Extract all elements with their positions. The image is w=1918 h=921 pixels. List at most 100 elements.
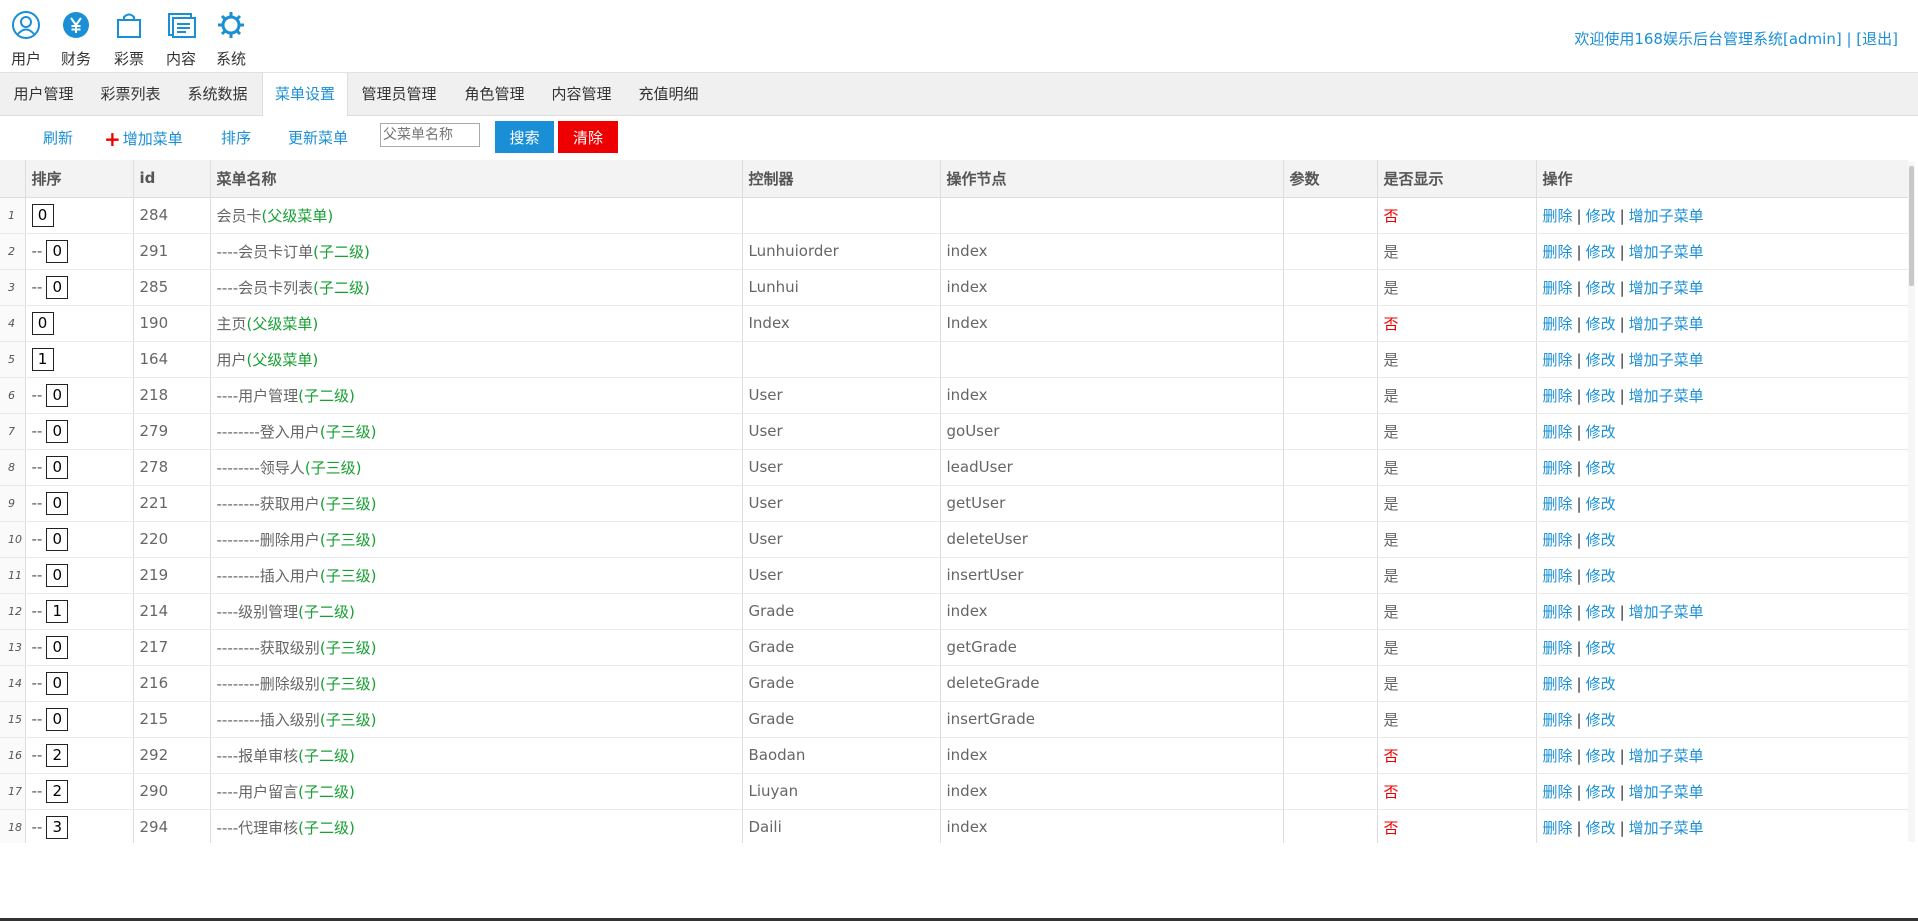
search-button[interactable]: 搜索 (495, 121, 554, 153)
delete-link[interactable]: 删除 (1543, 639, 1573, 657)
table-row[interactable]: 7 -- 0 279 --------登入用户(子三级) User goUser … (0, 413, 1908, 450)
table-row[interactable]: 9 -- 0 221 --------获取用户(子三级) User getUser… (0, 485, 1908, 522)
add-child-menu-link[interactable]: 增加子菜单 (1629, 387, 1704, 405)
delete-link[interactable]: 删除 (1543, 675, 1573, 693)
delete-link[interactable]: 删除 (1543, 351, 1573, 369)
nav-item-system[interactable]: 系统 (205, 10, 257, 69)
nav-item-content[interactable]: 内容 (155, 10, 207, 69)
table-row[interactable]: 3 -- 0 285 ----会员卡列表(子二级) Lunhui index 是 … (0, 269, 1908, 306)
sort-order-input[interactable]: 0 (31, 311, 54, 335)
sort-order-input[interactable]: 0 (46, 455, 69, 479)
nav-item-lottery[interactable]: 彩票 (103, 10, 155, 69)
sort-order-input[interactable]: 0 (46, 635, 69, 659)
edit-link[interactable]: 修改 (1586, 279, 1616, 297)
table-row[interactable]: 2 -- 0 291 ----会员卡订单(子二级) Lunhuiorder ind… (0, 233, 1908, 270)
refresh-button[interactable]: 刷新 (43, 127, 73, 148)
nav-item-finance[interactable]: 财务 (50, 10, 102, 69)
tab-content-management[interactable]: 内容管理 (538, 73, 625, 115)
column-header-name[interactable]: 菜单名称 (209, 160, 742, 198)
sort-order-input[interactable]: 1 (31, 347, 54, 371)
column-header-visible[interactable]: 是否显示 (1376, 160, 1536, 198)
delete-link[interactable]: 删除 (1543, 747, 1573, 765)
add-child-menu-link[interactable]: 增加子菜单 (1629, 819, 1704, 837)
add-child-menu-link[interactable]: 增加子菜单 (1629, 243, 1704, 261)
edit-link[interactable]: 修改 (1586, 603, 1616, 621)
clear-button[interactable]: 清除 (558, 121, 618, 153)
column-header-sort[interactable]: 排序 (24, 160, 133, 198)
sort-order-input[interactable]: 0 (46, 383, 69, 407)
sort-order-input[interactable]: 0 (46, 419, 69, 443)
edit-link[interactable]: 修改 (1586, 387, 1616, 405)
edit-link[interactable]: 修改 (1586, 495, 1616, 513)
tab-recharge-details[interactable]: 充值明细 (625, 73, 712, 115)
delete-link[interactable]: 删除 (1543, 567, 1573, 585)
delete-link[interactable]: 删除 (1543, 459, 1573, 477)
scrollbar-thumb[interactable] (1909, 166, 1914, 286)
edit-link[interactable]: 修改 (1586, 315, 1616, 333)
delete-link[interactable]: 删除 (1543, 531, 1573, 549)
delete-link[interactable]: 删除 (1543, 315, 1573, 333)
column-header-ops[interactable]: 操作 (1535, 160, 1908, 198)
logout-link[interactable]: [退出] (1856, 30, 1898, 48)
table-row[interactable]: 8 -- 0 278 --------领导人(子三级) User leadUser… (0, 449, 1908, 486)
delete-link[interactable]: 删除 (1543, 243, 1573, 261)
sort-order-input[interactable]: 1 (46, 599, 69, 623)
table-row[interactable]: 17 -- 2 290 ----用户留言(子二级) Liuyan index 否 … (0, 773, 1908, 810)
sort-order-input[interactable]: 0 (46, 275, 69, 299)
table-row[interactable]: 6 -- 0 218 ----用户管理(子二级) User index 是 删除 |… (0, 377, 1908, 414)
edit-link[interactable]: 修改 (1586, 207, 1616, 225)
delete-link[interactable]: 删除 (1543, 423, 1573, 441)
sort-order-input[interactable]: 3 (46, 815, 69, 839)
edit-link[interactable]: 修改 (1586, 243, 1616, 261)
update-menu-button[interactable]: 更新菜单 (288, 127, 348, 148)
add-child-menu-link[interactable]: 增加子菜单 (1629, 783, 1704, 801)
sort-order-input[interactable]: 0 (46, 707, 69, 731)
table-row[interactable]: 10 -- 0 220 --------删除用户(子三级) User delete… (0, 521, 1908, 558)
edit-link[interactable]: 修改 (1586, 819, 1616, 837)
table-row[interactable]: 16 -- 2 292 ----报单审核(子二级) Baodan index 否 … (0, 737, 1908, 774)
delete-link[interactable]: 删除 (1543, 387, 1573, 405)
column-header-controller[interactable]: 控制器 (741, 160, 940, 198)
add-child-menu-link[interactable]: 增加子菜单 (1629, 279, 1704, 297)
add-child-menu-link[interactable]: 增加子菜单 (1629, 603, 1704, 621)
sort-order-input[interactable]: 0 (46, 527, 69, 551)
sort-order-input[interactable]: 0 (31, 203, 54, 227)
add-child-menu-link[interactable]: 增加子菜单 (1629, 747, 1704, 765)
sort-order-input[interactable]: 2 (46, 779, 69, 803)
table-row[interactable]: 18 -- 3 294 ----代理审核(子二级) Daili index 否 删… (0, 809, 1908, 843)
add-menu-button[interactable]: + 增加菜单 (104, 127, 183, 151)
sort-button[interactable]: 排序 (221, 127, 251, 148)
edit-link[interactable]: 修改 (1586, 675, 1616, 693)
tab-system-data[interactable]: 系统数据 (174, 73, 261, 115)
tab-admin-management[interactable]: 管理员管理 (347, 73, 451, 115)
delete-link[interactable]: 删除 (1543, 495, 1573, 513)
delete-link[interactable]: 删除 (1543, 819, 1573, 837)
edit-link[interactable]: 修改 (1586, 639, 1616, 657)
table-row[interactable]: 12 -- 1 214 ----级别管理(子二级) Grade index 是 删… (0, 593, 1908, 630)
tab-role-management[interactable]: 角色管理 (451, 73, 538, 115)
sort-order-input[interactable]: 0 (46, 491, 69, 515)
tab-lottery-list[interactable]: 彩票列表 (87, 73, 174, 115)
edit-link[interactable]: 修改 (1586, 459, 1616, 477)
delete-link[interactable]: 删除 (1543, 207, 1573, 225)
delete-link[interactable]: 删除 (1543, 279, 1573, 297)
tab-menu-settings[interactable]: 菜单设置 (262, 73, 348, 116)
sort-order-input[interactable]: 0 (46, 239, 69, 263)
table-row[interactable]: 14 -- 0 216 --------删除级别(子三级) Grade delet… (0, 665, 1908, 702)
table-row[interactable]: 11 -- 0 219 --------插入用户(子三级) User insert… (0, 557, 1908, 594)
add-child-menu-link[interactable]: 增加子菜单 (1629, 315, 1704, 333)
edit-link[interactable]: 修改 (1586, 711, 1616, 729)
column-header-params[interactable]: 参数 (1282, 160, 1377, 198)
edit-link[interactable]: 修改 (1586, 747, 1616, 765)
delete-link[interactable]: 删除 (1543, 603, 1573, 621)
tab-user-management[interactable]: 用户管理 (0, 73, 87, 115)
column-header-id[interactable]: id (132, 160, 210, 198)
edit-link[interactable]: 修改 (1586, 423, 1616, 441)
edit-link[interactable]: 修改 (1586, 567, 1616, 585)
edit-link[interactable]: 修改 (1586, 783, 1616, 801)
edit-link[interactable]: 修改 (1586, 351, 1616, 369)
delete-link[interactable]: 删除 (1543, 783, 1573, 801)
table-row[interactable]: 15 -- 0 215 --------插入级别(子三级) Grade inser… (0, 701, 1908, 738)
nav-item-user[interactable]: 用户 (0, 10, 52, 69)
parent-menu-search-input[interactable] (380, 123, 480, 147)
